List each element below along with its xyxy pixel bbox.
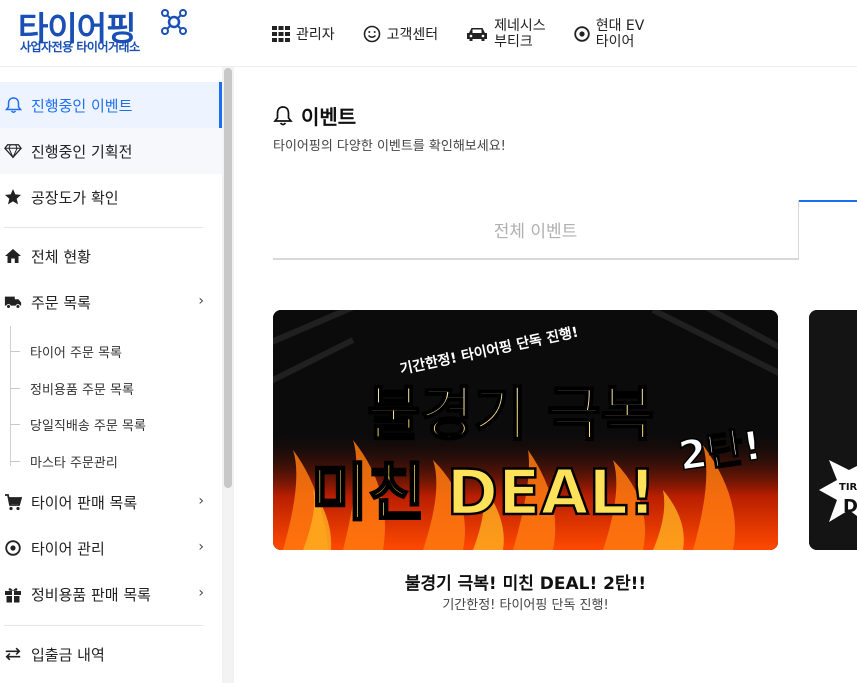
sidebar-divider xyxy=(4,227,203,228)
event-card-title[interactable]: 불경기 극복! 미친 DEAL! 2탄!! xyxy=(273,569,778,594)
event-card-banner[interactable]: 기간한정! 타이어핑 단독 진행! 불경기 극복 미친 DEAL! 2탄! xyxy=(273,310,778,550)
sidebar-item-label: 전체 현황 xyxy=(31,247,91,266)
logo[interactable]: 타이어핑 사업자전용 타이어거래소 xyxy=(0,0,222,67)
page-title-text: 이벤트 xyxy=(301,105,357,129)
event-card-subtitle: 기간한정! 타이어핑 단독 진행! xyxy=(442,598,609,613)
logo-tagline: 사업자전용 타이어거래소 xyxy=(20,40,140,54)
next-card-text: TIRE xyxy=(839,482,857,493)
bell-icon xyxy=(4,96,22,114)
banner-line2: 미친 DEAL! xyxy=(311,456,656,529)
chevron-right-icon: › xyxy=(198,585,204,601)
submenu-master-orders[interactable]: 마스타 주문관리 xyxy=(10,452,118,471)
top-header: 타이어핑 사업자전용 타이어거래소 관리자 고객센터 제네시스 부티크 현대 E… xyxy=(0,0,857,67)
star-icon xyxy=(4,188,22,206)
sidebar-item-tire-management[interactable]: 타이어 관리 › xyxy=(0,525,222,571)
page-subtitle: 타이어핑의 다양한 이벤트를 확인해보세요! xyxy=(273,139,506,154)
diamond-icon xyxy=(4,142,22,160)
sidebar-item-transactions[interactable]: 입출금 내역 xyxy=(0,631,222,677)
submenu-item-label: 마스타 주문관리 xyxy=(30,456,118,471)
sidebar-item-label: 주문 목록 xyxy=(31,293,91,312)
home-icon xyxy=(4,247,22,265)
sidebar-item-label: 진행중인 기획전 xyxy=(31,142,133,161)
topnav-admin[interactable]: 관리자 xyxy=(272,24,335,44)
chevron-right-icon: › xyxy=(198,493,204,509)
sidebar-item-label: 진행중인 이벤트 xyxy=(31,96,133,115)
topnav-support-label: 고객센터 xyxy=(386,26,439,43)
next-card-letter: D xyxy=(843,496,857,517)
tab-next-partial[interactable] xyxy=(799,200,857,260)
event-banner-next-image: TIRE D xyxy=(809,310,857,550)
sidebar-item-exhibitions[interactable]: 진행중인 기획전 xyxy=(0,128,222,174)
submenu-same-day-orders[interactable]: 당일직배송 주문 목록 xyxy=(10,415,146,434)
sidebar-item-parts-sales[interactable]: 정비용품 판매 목록 › xyxy=(0,571,222,617)
event-card-next-partial[interactable]: TIRE D xyxy=(809,310,857,550)
target-icon xyxy=(4,539,22,557)
smile-icon xyxy=(363,25,381,43)
gift-icon xyxy=(4,585,22,603)
sidebar-divider xyxy=(4,625,203,626)
main-content: 이벤트 타이어핑의 다양한 이벤트를 확인해보세요! 전체 이벤트 기간한정! … xyxy=(234,67,857,683)
sidebar-item-label: 타이어 판매 목록 xyxy=(31,493,138,512)
tab-all-events[interactable]: 전체 이벤트 xyxy=(273,200,799,260)
chevron-right-icon: › xyxy=(198,539,204,555)
sidebar-scrollbar-thumb[interactable] xyxy=(224,68,232,488)
submenu-tire-orders[interactable]: 타이어 주문 목록 xyxy=(10,342,122,361)
topnav-genesis-line1: 제네시스 xyxy=(494,17,546,34)
logo-mark-icon xyxy=(161,9,187,35)
page-title: 이벤트 xyxy=(273,101,356,130)
topnav-ev-line2: 타이어 xyxy=(595,33,635,50)
target-icon xyxy=(574,25,590,42)
sidebar-item-label: 입출금 내역 xyxy=(31,645,105,664)
submenu-item-label: 정비용품 주문 목록 xyxy=(30,383,134,398)
car-icon xyxy=(466,26,488,42)
submenu-item-label: 당일직배송 주문 목록 xyxy=(30,419,146,434)
truck-icon xyxy=(4,293,22,311)
bell-icon xyxy=(273,105,293,127)
topnav-hyundai-ev[interactable]: 현대 EV 타이어 xyxy=(574,17,645,50)
event-banner-image: 기간한정! 타이어핑 단독 진행! 불경기 극복 미친 DEAL! 2탄! xyxy=(273,310,778,550)
sidebar-item-overview[interactable]: 전체 현황 xyxy=(0,233,222,279)
submenu-parts-orders[interactable]: 정비용품 주문 목록 xyxy=(10,379,134,398)
topnav-admin-label: 관리자 xyxy=(296,26,335,43)
sidebar-item-tire-sales[interactable]: 타이어 판매 목록 › xyxy=(0,479,222,525)
sidebar-item-label: 정비용품 판매 목록 xyxy=(31,585,151,604)
sidebar-item-factory-price[interactable]: 공장도가 확인 xyxy=(0,174,222,220)
event-tabs: 전체 이벤트 xyxy=(273,200,857,260)
top-nav: 관리자 고객센터 제네시스 부티크 현대 EV 타이어 xyxy=(272,0,672,67)
sidebar-item-label: 공장도가 확인 xyxy=(31,188,119,207)
chevron-right-icon: › xyxy=(198,293,204,309)
topnav-ev-line1: 현대 EV xyxy=(595,17,645,34)
topnav-genesis-line2: 부티크 xyxy=(494,33,533,50)
topnav-genesis[interactable]: 제네시스 부티크 xyxy=(466,18,546,50)
sidebar-item-events[interactable]: 진행중인 이벤트 xyxy=(0,82,222,128)
topnav-support[interactable]: 고객센터 xyxy=(363,24,439,44)
sidebar-item-label: 타이어 관리 xyxy=(31,539,105,558)
submenu-item-label: 타이어 주문 목록 xyxy=(30,346,122,361)
transfer-icon xyxy=(4,645,22,663)
cart-icon xyxy=(4,493,22,511)
sidebar-item-orders[interactable]: 주문 목록 › xyxy=(0,279,222,325)
grid-icon xyxy=(272,25,290,42)
banner-line1: 불경기 극복 xyxy=(367,380,654,448)
